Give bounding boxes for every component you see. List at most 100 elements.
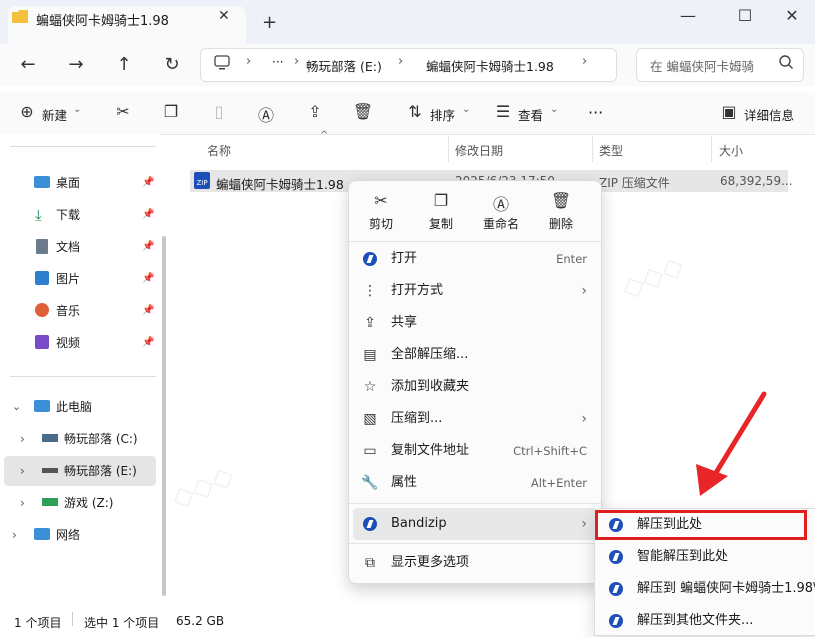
column-divider[interactable] — [711, 136, 712, 162]
refresh-button[interactable]: ↻ — [160, 54, 184, 75]
file-size: 68,392,59... — [720, 174, 793, 188]
submenu-item-smart-extract[interactable]: 智能解压到此处 — [595, 541, 815, 573]
delete-button[interactable]: 🗑 删除 — [531, 181, 591, 241]
column-header-date[interactable]: 修改日期 — [455, 142, 503, 159]
cut-icon[interactable]: ✂ — [112, 102, 134, 121]
column-divider[interactable] — [592, 136, 593, 162]
cut-button[interactable]: ✂ 剪切 — [351, 181, 411, 241]
paste-icon[interactable]: ▯ — [208, 102, 230, 121]
sidebar-item-drive-c[interactable]: › 畅玩部落 (C:) — [20, 424, 156, 454]
bandizip-icon — [609, 582, 623, 596]
view-icon[interactable]: ☰ — [492, 102, 514, 121]
back-button[interactable]: ← — [16, 54, 40, 75]
sort-icon[interactable]: ⇅ — [404, 102, 426, 121]
sidebar-item-desktop[interactable]: 桌面 📌 — [34, 168, 154, 198]
computer-icon — [34, 400, 50, 412]
new-icon[interactable]: ⊕ — [16, 102, 38, 121]
drive-icon — [42, 468, 58, 473]
menu-item-label: 压缩到... — [391, 411, 443, 426]
menu-item-bandizip[interactable]: Bandizip › — [349, 508, 601, 540]
details-pane-icon[interactable]: ▣ — [718, 102, 740, 121]
document-icon — [36, 239, 48, 254]
chevron-right-icon: › — [581, 411, 587, 427]
tab-close-icon[interactable]: ✕ — [218, 8, 230, 24]
chevron-right-icon: › — [294, 54, 300, 69]
column-header-type[interactable]: 类型 — [599, 142, 623, 159]
menu-item-more-options[interactable]: ⧉ 显示更多选项 — [349, 547, 601, 579]
chevron-down-icon: ⌄ — [462, 104, 471, 115]
submenu-item-extract-other[interactable]: 解压到其他文件夹... — [595, 605, 815, 637]
sidebar-item-downloads[interactable]: ⤓ 下载 📌 — [34, 200, 154, 230]
breadcrumb-overflow[interactable]: ··· — [272, 55, 283, 69]
column-divider[interactable] — [448, 136, 449, 162]
sidebar-item-drive-z[interactable]: › 游戏 (Z:) — [20, 488, 156, 518]
search-placeholder: 在 蝙蝠侠阿卡姆骑 — [650, 59, 754, 74]
computer-icon — [214, 55, 230, 74]
sidebar-item-this-pc[interactable]: ⌄ 此电脑 — [12, 392, 156, 422]
sidebar-item-drive-e[interactable]: › 畅玩部落 (E:) — [20, 456, 156, 486]
menu-item-properties[interactable]: 🔧 属性 Alt+Enter — [349, 467, 601, 499]
delete-icon[interactable]: 🗑 — [352, 102, 374, 121]
sort-button[interactable]: 排序 — [430, 105, 455, 124]
video-icon — [35, 335, 49, 349]
rename-button[interactable]: Ⓐ 重命名 — [471, 181, 531, 241]
chevron-right-icon: › — [12, 528, 17, 542]
file-name[interactable]: 蝙蝠侠阿卡姆骑士1.98 — [216, 174, 344, 193]
menu-item-add-favorites[interactable]: ☆ 添加到收藏夹 — [349, 371, 601, 403]
new-tab-button[interactable]: + — [262, 12, 277, 33]
minimize-button[interactable]: — — [678, 6, 698, 25]
maximize-button[interactable]: ☐ — [735, 6, 755, 25]
sidebar-divider — [10, 376, 156, 377]
pin-icon: 📌 — [142, 241, 155, 252]
sidebar-item-documents[interactable]: 文档 📌 — [34, 232, 154, 262]
breadcrumb-drive[interactable]: 畅玩部落 (E:) — [306, 56, 382, 75]
zip-file-icon: ZIP — [194, 172, 210, 189]
sidebar-item-label: 网络 — [56, 528, 81, 542]
sidebar-item-label: 畅玩部落 (E:) — [64, 464, 137, 478]
open-with-icon: ⋮ — [363, 283, 377, 299]
rename-icon[interactable]: Ⓐ — [255, 102, 277, 126]
forward-button[interactable]: → — [64, 54, 88, 75]
details-button[interactable]: 详细信息 — [744, 105, 794, 124]
more-options-button[interactable]: ··· — [588, 103, 603, 122]
sidebar-item-pictures[interactable]: 图片 📌 — [34, 264, 154, 294]
copy-icon[interactable]: ❐ — [160, 102, 182, 121]
breadcrumb-folder[interactable]: 蝙蝠侠阿卡姆骑士1.98 — [426, 56, 554, 75]
menu-item-label: Bandizip — [391, 516, 447, 531]
menu-item-extract-all[interactable]: ▤ 全部解压缩... — [349, 339, 601, 371]
view-button[interactable]: 查看 — [518, 105, 543, 124]
wrench-icon: 🔧 — [361, 475, 379, 491]
menu-divider — [349, 543, 601, 544]
column-header-name[interactable]: 名称 — [207, 142, 231, 159]
share-icon[interactable]: ⇪ — [304, 102, 326, 121]
network-icon — [34, 528, 50, 540]
copy-button[interactable]: ❐ 复制 — [411, 181, 471, 241]
menu-item-open-with[interactable]: ⋮ 打开方式 › — [349, 275, 601, 307]
desktop-icon — [34, 176, 50, 188]
sidebar-item-videos[interactable]: 视频 📌 — [34, 328, 154, 358]
menu-item-compress-to[interactable]: ▧ 压缩到... › — [349, 403, 601, 435]
address-bar[interactable] — [200, 48, 617, 82]
bandizip-icon — [609, 614, 623, 628]
sidebar-item-label: 此电脑 — [56, 400, 93, 414]
search-icon[interactable] — [778, 54, 794, 73]
sidebar-scrollbar[interactable] — [162, 236, 166, 596]
drive-icon — [42, 498, 58, 506]
submenu-item-extract-to-folder[interactable]: 解压到 蝙蝠侠阿卡姆骑士1.98\ — [595, 573, 815, 605]
menu-item-open[interactable]: 打开 Enter — [349, 243, 601, 275]
new-button[interactable]: 新建 — [42, 105, 67, 124]
close-button[interactable]: ✕ — [782, 6, 802, 25]
chevron-right-icon: › — [582, 54, 588, 69]
menu-item-share[interactable]: ⇪ 共享 — [349, 307, 601, 339]
chevron-right-icon: › — [20, 496, 25, 510]
sidebar-divider — [10, 146, 156, 147]
column-header-size[interactable]: 大小 — [719, 142, 743, 159]
shortcut-label: Ctrl+Shift+C — [513, 444, 587, 458]
bandizip-icon — [363, 252, 377, 266]
sidebar-item-music[interactable]: 音乐 📌 — [34, 296, 154, 326]
context-menu: ✂ 剪切 ❐ 复制 Ⓐ 重命名 🗑 删除 打开 Enter ⋮ 打开方式 › ⇪… — [348, 180, 602, 584]
sidebar-item-network[interactable]: › 网络 — [12, 520, 156, 550]
menu-item-copy-path[interactable]: ▭ 复制文件地址 Ctrl+Shift+C — [349, 435, 601, 467]
up-button[interactable]: ↑ — [112, 54, 136, 75]
chevron-right-icon: › — [20, 464, 25, 478]
